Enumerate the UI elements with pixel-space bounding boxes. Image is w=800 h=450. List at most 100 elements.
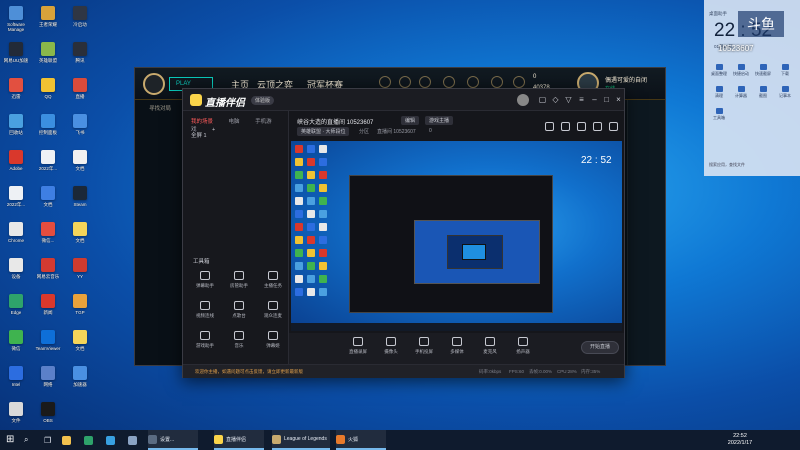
widget-shortcut[interactable]: 记事本 (774, 86, 796, 99)
message-icon[interactable]: ▢ (538, 95, 547, 104)
desktop-icon[interactable]: Software Manage (0, 2, 32, 38)
desktop-icon[interactable]: 王者荣耀 (32, 2, 64, 38)
profile-icon[interactable] (379, 76, 391, 88)
loot-icon[interactable] (419, 76, 431, 88)
gift-icon[interactable]: ◇ (551, 95, 560, 104)
desktop-icon[interactable]: TGP (64, 290, 96, 326)
desktop-icon[interactable]: Chrome (0, 218, 32, 254)
desktop-icon[interactable]: Intel (0, 362, 32, 398)
tab-pc[interactable]: 电脑 (229, 119, 240, 125)
desktop-icon[interactable]: 设备 (0, 254, 32, 290)
desktop-icon[interactable]: Steam (64, 182, 96, 218)
desktop-icon[interactable]: OBS (32, 398, 64, 434)
taskbar-app-button[interactable]: League of Legends (272, 430, 330, 450)
taskbar-app-button[interactable]: 火狐 (336, 430, 386, 450)
tool-button[interactable]: 视频连线 (189, 301, 221, 329)
desktop-icon[interactable]: 文档 (32, 182, 64, 218)
widget-search[interactable]: 搜索应用，查找文件 (709, 162, 795, 170)
source-control[interactable]: 手机投屏 (411, 337, 437, 355)
desktop-icon[interactable]: 直播 (64, 74, 96, 110)
tool-button[interactable]: 观众连麦 (257, 301, 289, 329)
desktop-icon[interactable]: Adobe (0, 146, 32, 182)
tool-button[interactable]: 主播任务 (257, 271, 289, 299)
desktop-icon[interactable]: 微信... (32, 218, 64, 254)
desktop-icon[interactable]: 2022年... (32, 146, 64, 182)
settings-icon[interactable] (609, 122, 618, 131)
source-control[interactable]: 麦克风 (477, 337, 503, 355)
taskbar-app-button[interactable]: 直播伴侣 (214, 430, 264, 450)
taskbar-telegram-icon[interactable] (106, 430, 118, 450)
taskbar-taskview-icon[interactable]: ❐ (44, 430, 51, 450)
taskbar-search-icon[interactable]: ⌕ (24, 430, 28, 450)
tab-my-scenes[interactable]: 我的场景 (191, 119, 213, 125)
maximize-icon[interactable]: □ (602, 95, 611, 104)
windows-start-icon[interactable]: ⊞ (6, 435, 16, 445)
tool-button[interactable]: 房管助手 (223, 271, 255, 299)
start-live-button[interactable]: 开始直播 (581, 341, 619, 354)
taskbar-app-button[interactable]: 设置... (148, 430, 198, 450)
desktop-icon[interactable]: 回收站 (0, 110, 32, 146)
tool-button[interactable]: 弹幕姬 (257, 331, 289, 359)
source-control[interactable]: 摄像头 (378, 337, 404, 355)
layout-icon[interactable] (577, 122, 586, 131)
room-tag[interactable]: 游戏主播 (425, 116, 454, 125)
add-scene-icon[interactable]: + (212, 127, 215, 133)
close-icon[interactable]: × (614, 95, 623, 104)
desktop-icon[interactable]: Edge (0, 290, 32, 326)
desktop-icon[interactable]: 文档 (64, 326, 96, 362)
stream-preview[interactable]: 22 : 52 (291, 141, 622, 331)
taskbar-edge-icon[interactable] (84, 430, 96, 450)
widget-shortcut[interactable]: 桌面整理 (708, 64, 730, 77)
desktop-icon[interactable]: 2022年... (0, 182, 32, 218)
desktop-icon[interactable]: 文档 (64, 218, 96, 254)
taskbar-app-icon[interactable] (128, 430, 140, 450)
collection-icon[interactable] (399, 76, 411, 88)
desktop-icon[interactable]: 文件 (0, 398, 32, 434)
share-icon[interactable] (545, 122, 554, 131)
desktop-icon[interactable]: TeamViewer (32, 326, 64, 362)
desktop-icon[interactable]: 迅雷 (0, 74, 32, 110)
store-icon[interactable] (443, 76, 455, 88)
source-control[interactable]: 多媒体 (444, 337, 470, 355)
taskbar-explorer-icon[interactable] (62, 430, 74, 450)
chat-icon[interactable] (491, 76, 503, 88)
scene-item[interactable]: 全屏 1 (191, 131, 207, 139)
desktop-icon[interactable]: 加速器 (64, 362, 96, 398)
desktop-icon[interactable]: YY (64, 254, 96, 290)
widget-shortcut[interactable]: 下载 (774, 64, 796, 77)
widget-shortcut[interactable]: 工具箱 (708, 108, 730, 121)
menu-icon[interactable]: ≡ (577, 95, 586, 104)
minimize-icon[interactable]: – (590, 95, 599, 104)
tool-button[interactable]: 音乐 (223, 331, 255, 359)
desktop-icon[interactable]: 网易UU加速 (0, 38, 32, 74)
widget-shortcut[interactable]: 快捷启动 (730, 64, 752, 77)
desktop-icon[interactable]: 飞书 (64, 110, 96, 146)
lock-icon[interactable] (561, 122, 570, 131)
find-match-button[interactable]: 寻找对局 (149, 104, 171, 112)
settings-icon[interactable] (467, 76, 479, 88)
widget-shortcut[interactable]: 计算器 (730, 86, 752, 99)
desktop-icon[interactable]: 网络 (32, 362, 64, 398)
desktop-icon[interactable]: 腾讯 (64, 38, 96, 74)
tool-button[interactable]: 弹幕助手 (189, 271, 221, 299)
desktop-icon[interactable]: 网易云音乐 (32, 254, 64, 290)
widget-shortcut[interactable]: 快速截屏 (752, 64, 774, 77)
source-control[interactable]: 扬声器 (510, 337, 536, 355)
version-badge[interactable]: 体验版 (251, 96, 275, 105)
widget-shortcut[interactable]: 清理 (708, 86, 730, 99)
notice-text[interactable]: 欢迎你主播，如遇问题可点击反馈，请立即更新最新版 (195, 369, 303, 375)
edit-room-button[interactable]: 编辑 (401, 116, 420, 125)
desktop-icon[interactable]: 微信 (0, 326, 32, 362)
game-category[interactable]: 英雄联盟 · 大师段位 (297, 127, 350, 136)
tool-button[interactable]: 游戏助手 (189, 331, 221, 359)
tool-button[interactable]: 点歌台 (223, 301, 255, 329)
desktop-icon[interactable]: 冷启动 (64, 2, 96, 38)
source-control[interactable]: 直播录屏 (345, 337, 371, 355)
desktop-icon[interactable]: QQ (32, 74, 64, 110)
taskbar-clock[interactable]: 22:52 2022/1/17 (722, 433, 758, 447)
desktop-icon[interactable]: 控制面板 (32, 110, 64, 146)
desktop-icon[interactable]: 英雄联盟 (32, 38, 64, 74)
bell-icon[interactable] (593, 122, 602, 131)
user-avatar[interactable] (517, 94, 529, 106)
desktop-icon[interactable]: 文档 (64, 146, 96, 182)
